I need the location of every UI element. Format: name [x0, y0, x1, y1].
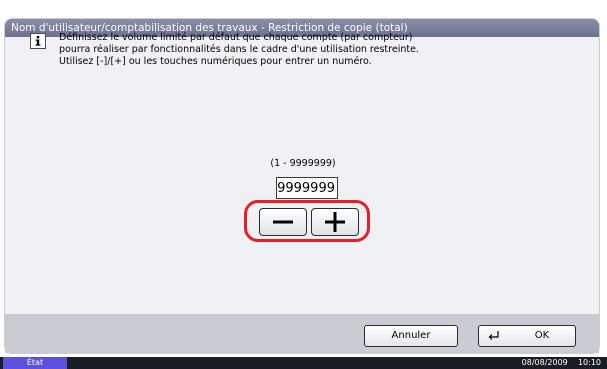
- increment-button[interactable]: [311, 208, 359, 236]
- range-label: (1 - 9999999): [270, 158, 336, 169]
- instruction-message: Définissez le volume limité par défaut q…: [59, 32, 579, 68]
- message-line: Définissez le volume limité par défaut q…: [59, 32, 413, 43]
- message-line: Utilisez [-]/[+] ou les touches numériqu…: [59, 56, 372, 67]
- message-line: pourra réaliser par fonctionnalités dans…: [59, 44, 419, 55]
- enter-icon: [488, 331, 499, 340]
- info-icon: [30, 33, 46, 49]
- ok-label: OK: [534, 330, 550, 341]
- plus-icon: [325, 212, 345, 232]
- value-field[interactable]: 9999999: [276, 177, 338, 199]
- screen: Nom d'utilisateur/comptabilisation des t…: [0, 0, 607, 369]
- status-time: 10:10: [577, 358, 601, 367]
- status-bar: État 08/08/2009 10:10: [0, 357, 607, 369]
- minus-icon: [273, 220, 293, 224]
- status-date: 08/08/2009: [521, 358, 568, 367]
- status-tab[interactable]: État: [3, 357, 67, 369]
- datetime: 08/08/2009 10:10: [522, 357, 601, 369]
- ok-button[interactable]: OK: [478, 325, 576, 347]
- cancel-button[interactable]: Annuler: [364, 325, 458, 347]
- decrement-button[interactable]: [259, 208, 307, 236]
